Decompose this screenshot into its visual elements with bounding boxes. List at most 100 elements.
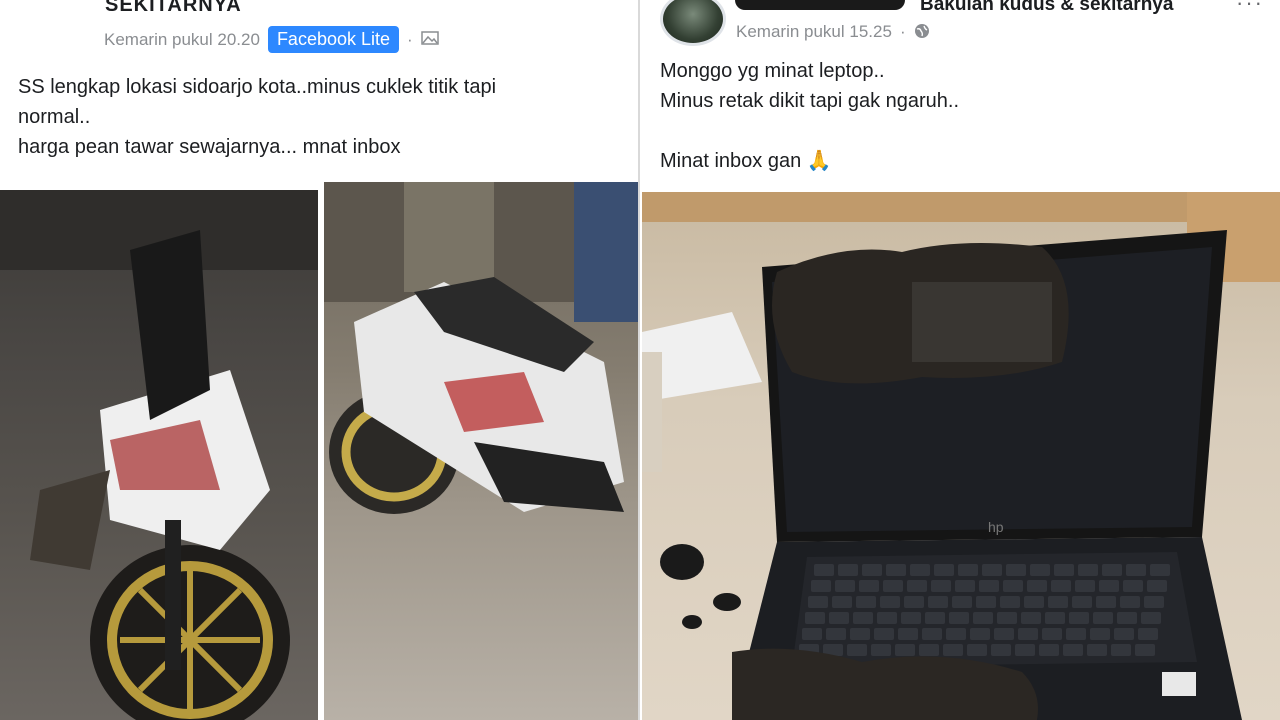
keyboard-key bbox=[1087, 644, 1107, 656]
keyboard-key bbox=[1117, 612, 1137, 624]
keyboard-key bbox=[835, 580, 855, 592]
keyboard-key bbox=[886, 564, 906, 576]
post-text: Monggo yg minat leptop.. Minus retak dik… bbox=[660, 60, 960, 172]
keyboard-key bbox=[1018, 628, 1038, 640]
keyboard-key bbox=[1114, 628, 1134, 640]
keyboard-key bbox=[832, 596, 852, 608]
keyboard-key bbox=[949, 612, 969, 624]
keyboard-key bbox=[1111, 644, 1131, 656]
keyboard-key bbox=[898, 628, 918, 640]
keyboard-key bbox=[1075, 580, 1095, 592]
keyboard-key bbox=[1039, 644, 1059, 656]
keyboard-key bbox=[967, 644, 987, 656]
keyboard-key bbox=[1045, 612, 1065, 624]
group-name[interactable]: Bakulan kudus & sekitarnya bbox=[920, 0, 1173, 16]
timestamp[interactable]: Kemarin pukul 20.20 bbox=[104, 30, 260, 50]
keyboard-key bbox=[874, 628, 894, 640]
post-meta: Kemarin pukul 15.25 · bbox=[736, 22, 930, 42]
timestamp[interactable]: Kemarin pukul 15.25 bbox=[736, 22, 892, 42]
keyboard-key bbox=[982, 564, 1002, 576]
keyboard-key bbox=[904, 596, 924, 608]
keyboard-key bbox=[838, 564, 858, 576]
keyboard-key bbox=[1000, 596, 1020, 608]
keyboard-key bbox=[910, 564, 930, 576]
keyboard-key bbox=[943, 644, 963, 656]
keyboard-key bbox=[907, 580, 927, 592]
keyboard-key bbox=[919, 644, 939, 656]
keyboard-key bbox=[901, 612, 921, 624]
keyboard-key bbox=[1147, 580, 1167, 592]
keyboard-key bbox=[808, 596, 828, 608]
keyboard-key bbox=[979, 580, 999, 592]
motorcycle-photo-1[interactable] bbox=[0, 190, 318, 720]
keyboard-key bbox=[931, 580, 951, 592]
keyboard-key bbox=[922, 628, 942, 640]
keyboard-key bbox=[970, 628, 990, 640]
keyboard-key bbox=[1078, 564, 1098, 576]
separator: · bbox=[899, 22, 906, 41]
keyboard-key bbox=[853, 612, 873, 624]
keyboard-key bbox=[958, 564, 978, 576]
keyboard-key bbox=[925, 612, 945, 624]
keyboard-key bbox=[1093, 612, 1113, 624]
keyboard-key bbox=[862, 564, 882, 576]
keyboard-key bbox=[1003, 580, 1023, 592]
keyboard-key bbox=[1030, 564, 1050, 576]
keyboard-key bbox=[1141, 612, 1161, 624]
keyboard-key bbox=[1144, 596, 1164, 608]
keyboard-key bbox=[1123, 580, 1143, 592]
left-post: SEKITARNYA Kemarin pukul 20.20 Facebook … bbox=[0, 0, 640, 720]
keyboard-key bbox=[1072, 596, 1092, 608]
group-name[interactable]: SEKITARNYA bbox=[105, 0, 242, 17]
keyboard-key bbox=[1135, 644, 1155, 656]
keyboard-key bbox=[1015, 644, 1035, 656]
keyboard-key bbox=[991, 644, 1011, 656]
burnt-laptop-photo[interactable]: hp bbox=[642, 192, 1280, 720]
keyboard-key bbox=[1063, 644, 1083, 656]
keyboard-key bbox=[829, 612, 849, 624]
keyboard-key bbox=[1090, 628, 1110, 640]
keyboard-key bbox=[1102, 564, 1122, 576]
keyboard-key bbox=[994, 628, 1014, 640]
keyboard-key bbox=[859, 580, 879, 592]
keyboard-key bbox=[976, 596, 996, 608]
keyboard-key bbox=[1027, 580, 1047, 592]
keyboard-key bbox=[1051, 580, 1071, 592]
keyboard-key bbox=[973, 612, 993, 624]
keyboard-key bbox=[1024, 596, 1044, 608]
keyboard-key bbox=[811, 580, 831, 592]
keyboard-key bbox=[805, 612, 825, 624]
keyboard-key bbox=[814, 564, 834, 576]
keyboard-key bbox=[997, 612, 1017, 624]
keyboard-key bbox=[826, 628, 846, 640]
keyboard-key bbox=[955, 580, 975, 592]
keyboard-key bbox=[1096, 596, 1116, 608]
keyboard-key bbox=[1048, 596, 1068, 608]
keyboard-key bbox=[877, 612, 897, 624]
keyboard-key bbox=[1138, 628, 1158, 640]
keyboard-key bbox=[856, 596, 876, 608]
keyboard-key bbox=[871, 644, 891, 656]
keyboard-key bbox=[952, 596, 972, 608]
keyboard-key bbox=[895, 644, 915, 656]
laptop-logo: hp bbox=[988, 519, 1004, 535]
post-meta: Kemarin pukul 20.20 Facebook Lite · bbox=[104, 26, 439, 53]
keyboard-key bbox=[1021, 612, 1041, 624]
keyboard-key bbox=[1069, 612, 1089, 624]
keyboard-key bbox=[1066, 628, 1086, 640]
keyboard-key bbox=[928, 596, 948, 608]
separator: · bbox=[407, 29, 413, 49]
redacted-author-name bbox=[735, 0, 905, 10]
more-options-icon[interactable]: ··· bbox=[1236, 0, 1264, 16]
globe-icon bbox=[914, 23, 930, 42]
keyboard-key bbox=[1054, 564, 1074, 576]
keyboard-key bbox=[1120, 596, 1140, 608]
keyboard-key bbox=[1099, 580, 1119, 592]
keyboard-key bbox=[802, 628, 822, 640]
keyboard-key bbox=[934, 564, 954, 576]
keyboard-key bbox=[883, 580, 903, 592]
motorcycle-photo-2[interactable] bbox=[324, 182, 640, 720]
keyboard-key bbox=[946, 628, 966, 640]
keyboard-key bbox=[1006, 564, 1026, 576]
keyboard-key bbox=[847, 644, 867, 656]
